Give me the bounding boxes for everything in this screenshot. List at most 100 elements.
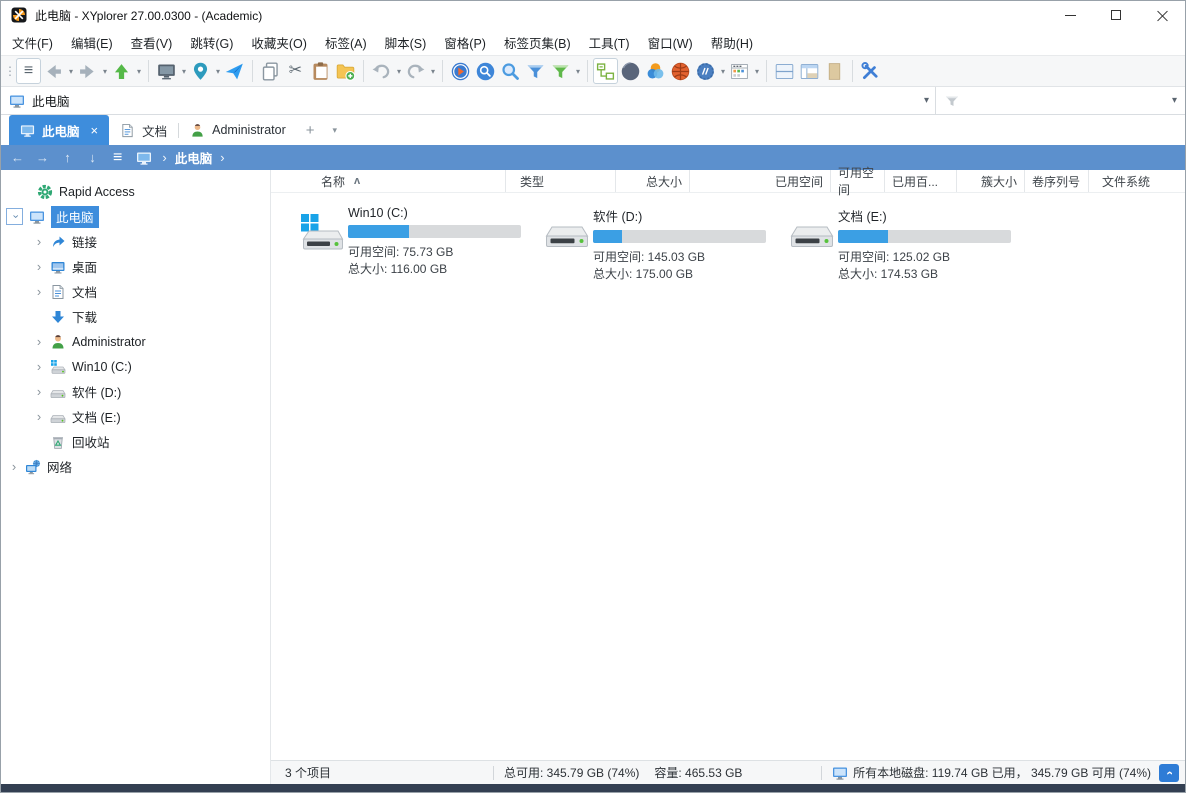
- forward-button[interactable]: [75, 58, 100, 84]
- tree-item-this-pc[interactable]: › 此电脑: [1, 204, 270, 229]
- breadcrumb-chevron-icon[interactable]: ›: [162, 150, 166, 165]
- menu-tools[interactable]: 工具(T): [580, 29, 639, 55]
- menu-view[interactable]: 查看(V): [122, 29, 182, 55]
- back-button[interactable]: [41, 58, 66, 84]
- tag-badge-button[interactable]: [693, 58, 718, 84]
- menu-go[interactable]: 跳转(G): [181, 29, 242, 55]
- copy-button[interactable]: [258, 58, 283, 84]
- menu-window[interactable]: 窗口(W): [639, 29, 702, 55]
- menu-favorites[interactable]: 收藏夹(O): [242, 29, 316, 55]
- tree-item-rapid-access[interactable]: Rapid Access: [1, 179, 270, 204]
- this-pc-button[interactable]: [154, 58, 179, 84]
- location-dropdown[interactable]: ▾: [214, 67, 222, 76]
- tree-item-links[interactable]: › 链接: [1, 229, 270, 254]
- forward-dropdown[interactable]: ▾: [101, 67, 109, 76]
- tree-toggle-button[interactable]: [593, 58, 618, 84]
- menu-tabsets[interactable]: 标签页集(B): [495, 29, 580, 55]
- expand-status-button[interactable]: ›: [1159, 764, 1179, 782]
- column-header-used-percent[interactable]: 已用百...: [885, 170, 957, 192]
- expander-box[interactable]: ›: [6, 208, 23, 225]
- column-header-total-size[interactable]: 总大小: [616, 170, 690, 192]
- chevron-right-icon[interactable]: ›: [9, 459, 19, 474]
- highlights-button[interactable]: [668, 58, 693, 84]
- column-header-free-space[interactable]: 可用空间: [831, 170, 885, 192]
- menu-edit[interactable]: 编辑(E): [62, 29, 122, 55]
- up-button[interactable]: [109, 58, 134, 84]
- visual-filter-button[interactable]: [548, 58, 573, 84]
- column-header-filesystem[interactable]: 文件系统: [1089, 170, 1159, 192]
- breadcrumb-this-pc-icon[interactable]: [132, 150, 154, 166]
- breadcrumb-down-button[interactable]: ↓: [80, 150, 105, 165]
- tree-item-documents[interactable]: › 文档: [1, 279, 270, 304]
- tab-this-pc[interactable]: 此电脑 ×: [9, 115, 109, 145]
- menu-scripting[interactable]: 脚本(S): [376, 29, 436, 55]
- toolbar-drag-handle-icon[interactable]: ⋮: [4, 68, 16, 75]
- horizontal-panes-button[interactable]: [772, 58, 797, 84]
- maximize-button[interactable]: [1093, 1, 1139, 29]
- back-dropdown[interactable]: ▾: [67, 67, 75, 76]
- mirror-browse-button[interactable]: [448, 58, 473, 84]
- new-folder-button[interactable]: [333, 58, 358, 84]
- tab-list-dropdown[interactable]: ▾: [324, 115, 347, 145]
- go-to-button[interactable]: [222, 58, 247, 84]
- up-dropdown[interactable]: ▾: [135, 67, 143, 76]
- tree-item-downloads[interactable]: 下载: [1, 304, 270, 329]
- preview-pane-button[interactable]: [822, 58, 847, 84]
- visual-filter-box[interactable]: ▾: [936, 87, 1185, 114]
- column-header-serial[interactable]: 卷序列号: [1025, 170, 1089, 192]
- chevron-right-icon[interactable]: ›: [34, 384, 44, 399]
- column-header-type[interactable]: 类型: [506, 170, 616, 192]
- menu-tags[interactable]: 标签(A): [316, 29, 376, 55]
- tree-item-recycle-bin[interactable]: 回收站: [1, 429, 270, 454]
- tree-item-drive-d[interactable]: › 软件 (D:): [1, 379, 270, 404]
- column-header-name[interactable]: 名称 ʌ: [271, 170, 506, 192]
- menu-help[interactable]: 帮助(H): [702, 29, 762, 55]
- tab-close-icon[interactable]: ×: [91, 123, 99, 138]
- undo-button[interactable]: [369, 58, 394, 84]
- paste-button[interactable]: [308, 58, 333, 84]
- tree-item-administrator[interactable]: › Administrator: [1, 329, 270, 354]
- menu-file[interactable]: 文件(F): [3, 29, 62, 55]
- chevron-right-icon[interactable]: ›: [34, 334, 44, 349]
- tab-administrator[interactable]: Administrator: [179, 115, 297, 145]
- tab-documents[interactable]: 文档: [109, 115, 178, 145]
- chevron-right-icon[interactable]: ›: [34, 259, 44, 274]
- visual-filter-box-dropdown[interactable]: ▾: [1172, 95, 1177, 106]
- address-dropdown[interactable]: ▾: [924, 95, 929, 106]
- menu-toggle-button[interactable]: ≡: [16, 58, 41, 84]
- visual-filter-dropdown[interactable]: ▾: [574, 67, 582, 76]
- cut-button[interactable]: ✂: [283, 58, 308, 84]
- close-button[interactable]: [1139, 1, 1185, 29]
- undo-dropdown[interactable]: ▾: [395, 67, 403, 76]
- breadcrumb-current-folder[interactable]: 此电脑: [175, 148, 213, 167]
- drive-tile-d[interactable]: 软件 (D:) 可用空间: 145.03 GB 总大小: 175.00 GB: [545, 204, 790, 282]
- tree-item-network[interactable]: › 网络: [1, 454, 270, 479]
- breadcrumb-up-button[interactable]: ↑: [55, 150, 80, 165]
- redo-dropdown[interactable]: ▾: [429, 67, 437, 76]
- live-filter-button[interactable]: [473, 58, 498, 84]
- breadcrumb-menu-icon[interactable]: ≡: [113, 149, 122, 167]
- filter-button[interactable]: [523, 58, 548, 84]
- breadcrumb-forward-button[interactable]: →: [30, 150, 55, 165]
- tree-item-drive-e[interactable]: › 文档 (E:): [1, 404, 270, 429]
- address-input[interactable]: 此电脑 ▾: [1, 87, 935, 114]
- configuration-button[interactable]: [858, 58, 883, 84]
- column-header-cluster-size[interactable]: 簇大小: [957, 170, 1025, 192]
- redo-button[interactable]: [403, 58, 428, 84]
- location-button[interactable]: [188, 58, 213, 84]
- dark-mode-button[interactable]: [618, 58, 643, 84]
- find-files-button[interactable]: [498, 58, 523, 84]
- color-filters-button[interactable]: [643, 58, 668, 84]
- report-view-button[interactable]: [727, 58, 752, 84]
- tree-item-desktop[interactable]: › 桌面: [1, 254, 270, 279]
- report-view-dropdown[interactable]: ▾: [753, 67, 761, 76]
- minimize-button[interactable]: [1047, 1, 1093, 29]
- mini-tree-pane-button[interactable]: [797, 58, 822, 84]
- chevron-right-icon[interactable]: ›: [34, 284, 44, 299]
- breadcrumb-back-button[interactable]: ←: [5, 150, 30, 165]
- chevron-right-icon[interactable]: ›: [34, 409, 44, 424]
- new-tab-button[interactable]: +: [297, 115, 324, 145]
- drive-tile-e[interactable]: 文档 (E:) 可用空间: 125.02 GB 总大小: 174.53 GB: [790, 204, 1035, 282]
- this-pc-dropdown[interactable]: ▾: [180, 67, 188, 76]
- chevron-right-icon[interactable]: ›: [34, 234, 44, 249]
